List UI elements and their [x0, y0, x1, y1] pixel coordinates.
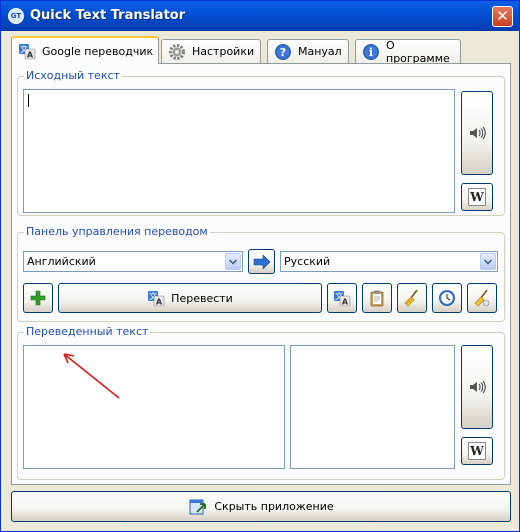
close-button[interactable]: ✕ — [492, 6, 513, 27]
translate-icon: 文 A — [19, 44, 36, 60]
hide-app-label: Скрыть приложение — [214, 500, 334, 513]
svg-text:A: A — [27, 51, 34, 60]
minimize-window-icon — [189, 499, 207, 514]
svg-text:?: ? — [280, 46, 286, 59]
gear-icon — [169, 43, 185, 60]
tab-label: Мануал — [298, 45, 342, 58]
app-window: GT Quick Text Translator ✕ 文 A Google пе… — [0, 0, 520, 532]
help-icon: ? — [275, 43, 291, 60]
client-area: 文 A Google переводчик Настройки ? Мануал… — [4, 31, 516, 529]
tab-label: О программе — [386, 38, 450, 65]
annotation-arrow — [63, 353, 120, 399]
tab-google-translator[interactable]: 文 A Google переводчик — [11, 36, 159, 64]
svg-text:i: i — [369, 46, 373, 59]
window-title: Quick Text Translator — [30, 8, 186, 23]
tab-settings[interactable]: Настройки — [161, 39, 261, 63]
tab-about[interactable]: i О программе — [355, 38, 461, 65]
info-icon: i — [363, 43, 379, 60]
tab-label: Google переводчик — [42, 44, 154, 58]
app-logo-icon: GT — [8, 8, 24, 24]
tab-panel: Исходный текст W Панель управления перев… — [11, 63, 511, 485]
hide-app-button[interactable]: Скрыть приложение — [11, 491, 511, 522]
tab-label: Настройки — [192, 45, 255, 58]
tab-manual[interactable]: ? Мануал — [267, 39, 349, 63]
title-bar[interactable]: GT Quick Text Translator ✕ — [1, 1, 519, 31]
tab-strip: 文 A Google переводчик Настройки ? Мануал… — [11, 36, 511, 65]
